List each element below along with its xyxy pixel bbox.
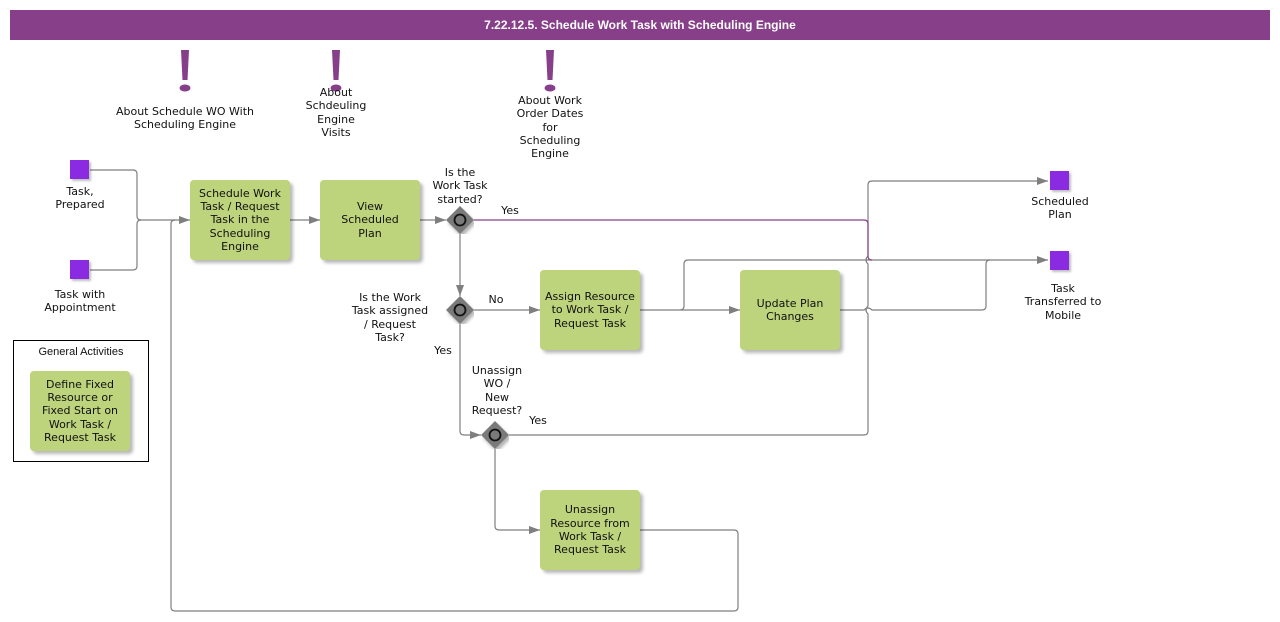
annotation-label: About Work Order Dates for Scheduling En… [516, 94, 584, 161]
flow-label-yes: Yes [529, 414, 547, 427]
task-assign-resource[interactable]: Assign Resource to Work Task / Request T… [540, 270, 640, 350]
flow-task-with-appointment [90, 219, 142, 271]
start-event-label: Task, Prepared [55, 185, 105, 212]
annotation-label: About Schdeuling Engine Visits [305, 86, 367, 139]
general-activities-title: General Activities [38, 346, 124, 358]
task-update-plan-changes[interactable]: Update Plan Changes [740, 270, 840, 350]
flow-label-yes: Yes [501, 204, 519, 217]
general-activities-box: General Activities Define Fixed Resource… [13, 340, 149, 462]
task-define-fixed-resource[interactable]: Define Fixed Resource or Fixed Start on … [30, 371, 130, 451]
exclamation-icon[interactable] [540, 50, 560, 96]
task-view-scheduled-plan[interactable]: View Scheduled Plan [320, 180, 420, 260]
flow-label-no: No [488, 293, 504, 306]
annotation-label: About Schedule WO With Scheduling Engine [115, 105, 255, 132]
gateway-work-task-assigned[interactable] [446, 296, 474, 324]
flow-label-yes: Yes [434, 344, 452, 357]
gateway-unassign-wo[interactable] [481, 421, 509, 449]
start-event-task-prepared[interactable] [70, 160, 89, 179]
circle-icon [453, 303, 467, 317]
end-event-task-transferred[interactable] [1050, 251, 1069, 270]
gateway-work-task-started[interactable] [446, 206, 474, 234]
task-unassign-resource[interactable]: Unassign Resource from Work Task / Reque… [540, 490, 640, 570]
end-event-scheduled-plan[interactable] [1050, 171, 1069, 190]
flow-update-to-mobile [840, 259, 991, 311]
flow-gateway1-yes [474, 219, 873, 261]
start-event-label: Task with Appointment [44, 288, 116, 315]
exclamation-icon[interactable] [175, 50, 195, 96]
circle-icon [488, 428, 502, 442]
task-schedule-work-task[interactable]: Schedule Work Task / Request Task in the… [190, 180, 290, 260]
flow-gateway3-to-unassign [494, 449, 540, 534]
circle-icon [453, 213, 467, 227]
gateway-label: Is the Work Task started? [432, 166, 488, 206]
gateway-label: Unassign WO / New Request? [471, 364, 523, 417]
gateway-label: Is the Work Task assigned / Request Task… [351, 291, 429, 344]
flow-assign-to-mobile [679, 256, 1048, 311]
flow-loop-back [170, 219, 739, 612]
end-event-label: Scheduled Plan [1031, 195, 1089, 222]
end-event-label: Task Transferred to Mobile [1024, 282, 1102, 322]
start-event-task-with-appointment[interactable] [70, 260, 89, 279]
